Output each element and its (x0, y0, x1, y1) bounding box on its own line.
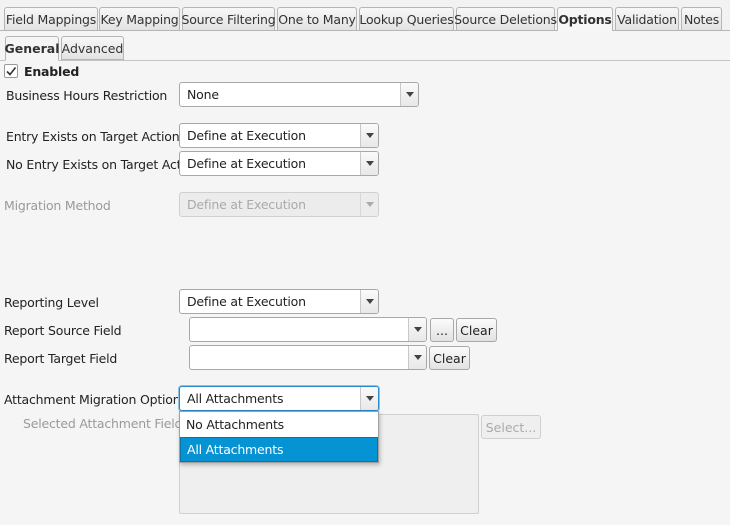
tab-field-mappings[interactable]: Field Mappings (4, 7, 98, 31)
tab-source-deletions[interactable]: Source Deletions (454, 7, 557, 31)
tab-notes[interactable]: Notes (681, 7, 722, 31)
subtab-advanced[interactable]: Advanced (61, 36, 124, 60)
tab-source-filtering[interactable]: Source Filtering (182, 7, 276, 31)
business-hours-combo[interactable]: None (179, 82, 419, 107)
tab-one-to-many[interactable]: One to Many (277, 7, 357, 31)
no-entry-exists-combo[interactable]: Define at Execution (179, 151, 379, 176)
chevron-down-icon (360, 193, 378, 216)
chevron-down-icon[interactable] (408, 318, 426, 341)
tab-key-mapping[interactable]: Key Mapping (99, 7, 180, 31)
dropdown-option-no-attachments[interactable]: No Attachments (180, 412, 378, 437)
attachment-option-value: All Attachments (187, 391, 284, 406)
tab-validation[interactable]: Validation (615, 7, 679, 31)
chevron-down-icon[interactable] (360, 124, 378, 147)
report-source-label: Report Source Field (4, 323, 122, 338)
report-source-browse-button[interactable]: ... (430, 318, 454, 342)
no-entry-exists-label: No Entry Exists on Target Action (6, 157, 200, 172)
migration-method-value: Define at Execution (187, 197, 306, 212)
reporting-level-combo[interactable]: Define at Execution (179, 289, 379, 314)
report-target-label: Report Target Field (4, 351, 118, 366)
entry-exists-value: Define at Execution (187, 128, 306, 143)
migration-method-combo: Define at Execution (179, 192, 379, 217)
chevron-down-icon[interactable] (408, 346, 426, 369)
business-hours-value: None (187, 87, 219, 102)
enabled-checkbox[interactable] (4, 64, 18, 78)
tab-options[interactable]: Options (557, 7, 613, 32)
selected-attachment-fields-label: Selected Attachment Fields (23, 416, 189, 431)
chevron-down-icon[interactable] (360, 290, 378, 313)
reporting-level-label: Reporting Level (4, 295, 99, 310)
reporting-level-value: Define at Execution (187, 294, 306, 309)
report-target-combo[interactable] (189, 345, 427, 370)
report-target-clear-button[interactable]: Clear (429, 346, 470, 370)
entry-exists-label: Entry Exists on Target Action (6, 129, 180, 144)
select-attachment-fields-button: Select... (481, 415, 541, 439)
attachment-option-dropdown: No Attachments All Attachments (179, 411, 379, 463)
subtab-general[interactable]: General (5, 36, 60, 61)
chevron-down-icon[interactable] (360, 387, 378, 410)
chevron-down-icon[interactable] (400, 83, 418, 106)
enabled-label: Enabled (24, 64, 80, 79)
attachment-option-combo[interactable]: All Attachments (179, 386, 379, 411)
attachment-option-label: Attachment Migration Option (4, 392, 181, 407)
migration-method-label: Migration Method (4, 198, 111, 213)
no-entry-exists-value: Define at Execution (187, 156, 306, 171)
checkmark-icon (6, 67, 17, 76)
report-source-combo[interactable] (189, 317, 427, 342)
dropdown-option-all-attachments[interactable]: All Attachments (180, 437, 378, 462)
chevron-down-icon[interactable] (360, 152, 378, 175)
tab-lookup-queries[interactable]: Lookup Queries (359, 7, 454, 31)
entry-exists-combo[interactable]: Define at Execution (179, 123, 379, 148)
business-hours-label: Business Hours Restriction (6, 88, 168, 103)
report-source-clear-button[interactable]: Clear (456, 318, 497, 342)
subtab-strip-divider (0, 60, 730, 61)
